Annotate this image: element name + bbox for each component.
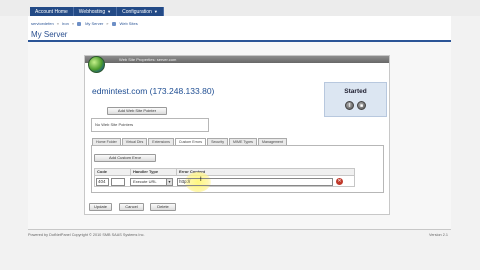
globe-icon bbox=[88, 56, 105, 73]
footer-copyright: Powered by DotNetPanel Copyright © 2010 … bbox=[28, 233, 145, 237]
nav-tab-account-home[interactable]: Account Home bbox=[30, 7, 74, 16]
delete-button[interactable]: Delete bbox=[150, 203, 176, 211]
text-cursor-icon: I bbox=[200, 177, 202, 183]
add-custom-error-button[interactable]: Add Custom Error bbox=[94, 154, 156, 162]
tab-mime-types[interactable]: MIME Types bbox=[229, 138, 257, 145]
error-code-input[interactable]: 404 bbox=[96, 178, 109, 186]
nav-tab-configuration[interactable]: Configuration ▼ bbox=[117, 7, 164, 16]
property-tabs: Home Folder Virtual Dirs Extensions Cust… bbox=[92, 138, 288, 145]
chevron-down-icon: ▼ bbox=[166, 179, 172, 185]
panel-title: Web Site Properties: server.com bbox=[85, 56, 389, 63]
breadcrumb-item[interactable]: My Server bbox=[85, 21, 103, 26]
website-icon bbox=[111, 21, 116, 26]
server-icon bbox=[77, 21, 82, 26]
tab-virtual-dirs[interactable]: Virtual Dirs bbox=[121, 138, 148, 145]
server-host-label: edmintest.com (173.248.133.80) bbox=[92, 86, 215, 96]
add-site-pointer-button[interactable]: Add Web Site Pointer bbox=[107, 107, 167, 115]
pause-icon[interactable]: ‖ bbox=[345, 101, 354, 110]
footer-version: Version 2.1 bbox=[429, 233, 448, 237]
tab-extensions[interactable]: Extensions bbox=[148, 138, 174, 145]
cancel-button[interactable]: Cancel bbox=[119, 203, 144, 211]
column-header-handler-type: Handler Type bbox=[131, 169, 177, 175]
breadcrumb-separator: » bbox=[56, 21, 59, 26]
tab-security[interactable]: Security bbox=[207, 138, 229, 145]
top-navigation: Account Home Webhosting ▼ Configuration ▼ bbox=[30, 7, 164, 16]
footer: Powered by DotNetPanel Copyright © 2010 … bbox=[28, 229, 451, 241]
tab-management[interactable]: Management bbox=[257, 138, 287, 145]
chevron-down-icon: ▼ bbox=[153, 9, 158, 14]
status-box: Started ‖ ■ bbox=[324, 82, 387, 117]
page-title: My Server bbox=[31, 30, 68, 39]
handler-type-select[interactable]: Execute URL ▼ bbox=[130, 178, 173, 186]
breadcrumb: servicedefen » Iron » My Server » Web Si… bbox=[31, 21, 138, 26]
handler-type-value: Execute URL bbox=[133, 179, 157, 184]
breadcrumb-item[interactable]: Iron bbox=[62, 21, 69, 26]
page-header: servicedefen » Iron » My Server » Web Si… bbox=[28, 16, 451, 42]
nav-tab-webhosting[interactable]: Webhosting ▼ bbox=[74, 7, 118, 16]
status-label: Started bbox=[344, 88, 367, 95]
tab-custom-errors[interactable]: Custom Errors bbox=[174, 138, 207, 145]
breadcrumb-item[interactable]: servicedefen bbox=[31, 21, 54, 26]
update-button[interactable]: Update bbox=[89, 203, 112, 211]
breadcrumb-item[interactable]: Web Sites bbox=[120, 21, 138, 26]
column-header-code: Code bbox=[95, 169, 131, 175]
breadcrumb-separator: » bbox=[71, 21, 75, 26]
error-code-extra-input[interactable] bbox=[111, 178, 125, 186]
breadcrumb-separator: » bbox=[106, 21, 109, 26]
tab-home-folder[interactable]: Home Folder bbox=[92, 138, 121, 145]
site-pointers-list: No Web Site Pointers bbox=[91, 118, 209, 132]
stop-icon[interactable]: ■ bbox=[357, 101, 366, 110]
chevron-down-icon: ▼ bbox=[107, 9, 112, 14]
errors-grid-header: Code Handler Type Error Content bbox=[94, 168, 355, 176]
delete-row-icon[interactable]: ✕ bbox=[336, 178, 343, 185]
